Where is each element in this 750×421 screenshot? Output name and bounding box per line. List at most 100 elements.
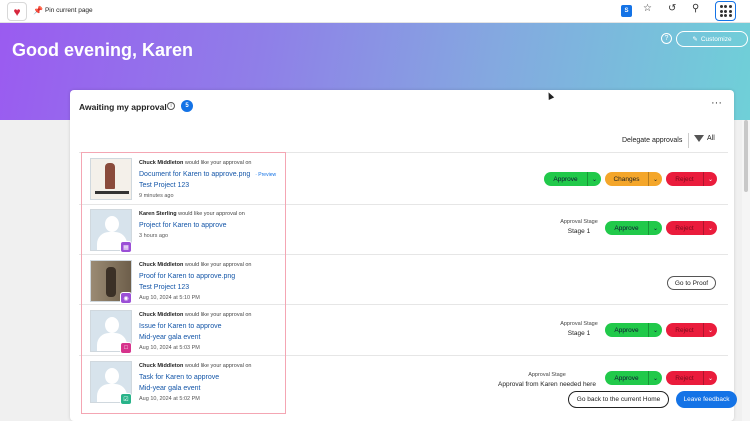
object-link[interactable]: Document for Karen to approve.png [139, 171, 250, 178]
approve-button[interactable]: Approve ⌄ [605, 323, 662, 337]
changes-label: Changes [613, 175, 640, 183]
approve-label: Approve [553, 175, 578, 183]
approve-label: Approve [614, 374, 639, 382]
stage-label: Approval Stage [560, 321, 598, 327]
project-link[interactable]: Test Project 123 [139, 182, 189, 189]
awaiting-approval-widget: Awaiting my approval i 5 ··· Delegate ap… [70, 90, 734, 421]
pencil-icon: ✎ [692, 36, 698, 43]
task-type-icon: ☑ [120, 393, 132, 405]
request-line: Chuck Middleton would like your approval… [139, 363, 252, 369]
star-icon[interactable]: ☆ [643, 4, 652, 14]
request-line: Chuck Middleton would like your approval… [139, 312, 252, 318]
filter-button[interactable]: All [694, 135, 715, 142]
leave-feedback-button[interactable]: Leave feedback [676, 391, 737, 408]
chevron-down-icon[interactable]: ⌄ [703, 172, 717, 186]
request-line: Chuck Middleton would like your approval… [139, 262, 252, 268]
approve-button[interactable]: Approve ⌄ [544, 172, 601, 186]
reject-label: Reject [675, 224, 694, 232]
chevron-down-icon[interactable]: ⌄ [703, 323, 717, 337]
scrollbar-thumb[interactable] [744, 120, 748, 192]
request-line: Chuck Middleton would like your approval… [139, 160, 252, 166]
reject-label: Reject [675, 326, 694, 334]
chevron-down-icon[interactable]: ⌄ [648, 221, 662, 235]
chevron-down-icon[interactable]: ⌄ [648, 172, 662, 186]
timestamp: Aug 10, 2024 at 5:02 PM [139, 396, 200, 402]
widget-title: Awaiting my approval [79, 102, 167, 112]
chevron-down-icon[interactable]: ⌄ [587, 172, 601, 186]
stage-value: Stage 1 [567, 330, 591, 337]
greeting-heading: Good evening, Karen [12, 40, 194, 60]
request-text: would like your approval on [178, 211, 245, 217]
object-link[interactable]: Proof for Karen to approve.png [139, 273, 235, 280]
approval-row-proof: ◉ Chuck Middleton would like your approv… [82, 257, 728, 307]
approval-count-badge: 5 [181, 100, 193, 112]
changes-button[interactable]: Changes ⌄ [605, 172, 662, 186]
history-icon[interactable]: ↺ [668, 4, 676, 14]
object-link[interactable]: Issue for Karen to approve [139, 323, 222, 330]
proof-type-icon: ◉ [120, 292, 132, 304]
approval-row-project: ▦ Karen Sterling would like your approva… [82, 206, 728, 256]
request-text: would like your approval on [184, 262, 252, 268]
info-icon[interactable]: i [167, 102, 175, 110]
customize-button[interactable]: ✎ Customize [676, 31, 748, 47]
requester-name: Chuck Middleton [139, 160, 184, 166]
request-text: would like your approval on [184, 312, 252, 318]
more-icon[interactable]: ··· [711, 98, 722, 109]
help-icon[interactable]: ? [661, 33, 672, 44]
reject-button[interactable]: Reject ⌄ [666, 371, 717, 385]
customize-label: Customize [700, 35, 732, 43]
reject-button[interactable]: Reject ⌄ [666, 323, 717, 337]
issue-type-icon: □ [120, 342, 132, 354]
top-bar: ♥ 📌 Pin current page S ☆ ↺ ⚲ [0, 0, 750, 23]
pin-icon: 📌 [33, 6, 43, 15]
user-badge[interactable]: S [621, 5, 632, 17]
requester-name: Karen Sterling [139, 211, 177, 217]
chevron-down-icon[interactable]: ⌄ [703, 371, 717, 385]
chevron-down-icon[interactable]: ⌄ [648, 371, 662, 385]
go-to-proof-button[interactable]: Go to Proof [667, 276, 716, 290]
project-link[interactable]: Test Project 123 [139, 284, 189, 291]
object-link[interactable]: Project for Karen to approve [139, 222, 227, 229]
stage-value: Approval from Karen needed here [498, 381, 596, 388]
document-thumbnail[interactable] [90, 158, 132, 200]
stage-label: Approval Stage [560, 219, 598, 225]
pin-current-page-button[interactable]: 📌 Pin current page [33, 6, 93, 15]
reject-label: Reject [675, 374, 694, 382]
search-icon[interactable]: ⚲ [692, 4, 699, 14]
requester-name: Chuck Middleton [139, 363, 184, 369]
approve-button[interactable]: Approve ⌄ [605, 371, 662, 385]
project-link[interactable]: Mid-year gala event [139, 334, 200, 341]
stage-label: Approval Stage [528, 372, 566, 378]
requester-name: Chuck Middleton [139, 312, 184, 318]
divider [688, 133, 689, 148]
divider [79, 152, 728, 153]
request-text: would like your approval on [184, 160, 252, 166]
chevron-down-icon[interactable]: ⌄ [648, 323, 662, 337]
approval-stage: Approval Stage Approval from Karen neede… [490, 372, 604, 388]
approval-row-document: Chuck Middleton would like your approval… [82, 155, 728, 205]
reject-button[interactable]: Reject ⌄ [666, 221, 717, 235]
approval-row-issue: □ Chuck Middleton would like your approv… [82, 307, 728, 357]
object-line: Document for Karen to approve.png · Prev… [139, 171, 276, 178]
reject-button[interactable]: Reject ⌄ [666, 172, 717, 186]
request-text: would like your approval on [184, 363, 252, 369]
timestamp: Aug 10, 2024 at 5:03 PM [139, 345, 200, 351]
object-link[interactable]: Task for Karen to approve [139, 374, 219, 381]
approve-label: Approve [614, 326, 639, 334]
pin-current-page-label: Pin current page [44, 7, 93, 14]
filter-label: All [707, 135, 715, 142]
stage-value: Stage 1 [567, 228, 591, 235]
request-line: Karen Sterling would like your approval … [139, 211, 245, 217]
reject-label: Reject [675, 175, 694, 183]
app-grid-icon[interactable] [715, 1, 736, 21]
project-link[interactable]: Mid-year gala event [139, 385, 200, 392]
go-back-home-button[interactable]: Go back to the current Home [568, 391, 669, 408]
preview-link[interactable]: · Preview [255, 172, 276, 178]
delegate-approvals-button[interactable]: Delegate approvals [622, 137, 682, 144]
timestamp: 9 minutes ago [139, 193, 174, 199]
workfront-logo-icon[interactable]: ♥ [7, 2, 27, 21]
approval-stage: Approval Stage Stage 1 [554, 219, 604, 235]
approve-button[interactable]: Approve ⌄ [605, 221, 662, 235]
chevron-down-icon[interactable]: ⌄ [703, 221, 717, 235]
filter-icon [694, 135, 704, 142]
